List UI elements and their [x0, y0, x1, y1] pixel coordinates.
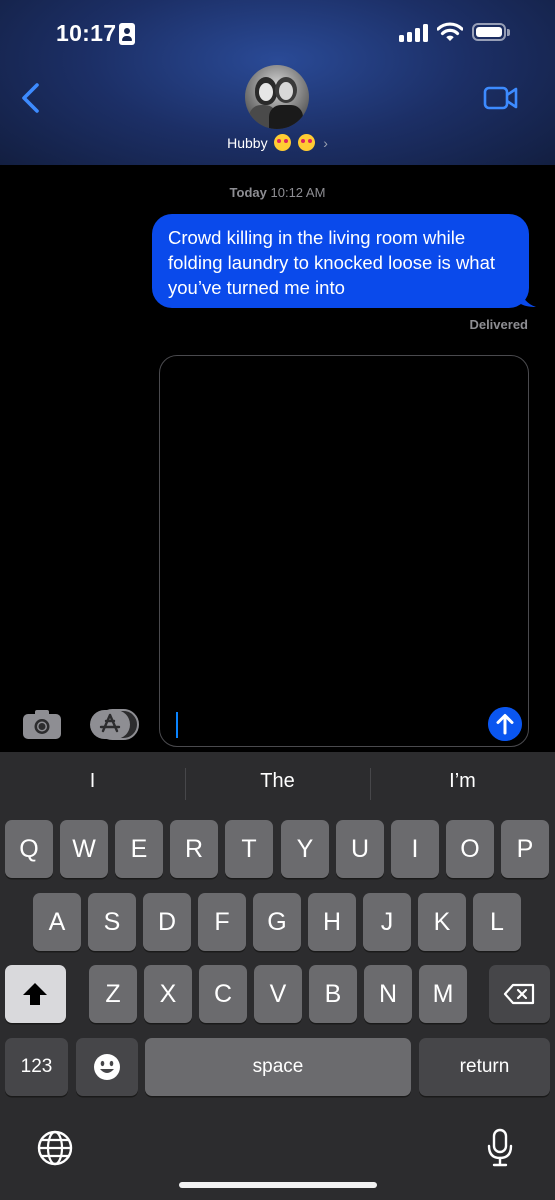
globe-icon[interactable] — [37, 1130, 73, 1166]
key-j[interactable]: J — [363, 893, 411, 951]
shift-arrow-icon — [23, 983, 47, 1005]
facetime-video-icon[interactable] — [483, 85, 519, 111]
key-g[interactable]: G — [253, 893, 301, 951]
emoji-key[interactable] — [76, 1038, 138, 1096]
back-chevron-icon[interactable] — [18, 82, 44, 114]
send-button[interactable] — [488, 707, 522, 741]
suggestion-3[interactable]: I’m — [370, 770, 555, 793]
status-bar: 10:17 — [0, 0, 555, 66]
bubble-tail — [519, 290, 536, 307]
cellular-signal-icon — [399, 24, 429, 42]
key-y[interactable]: Y — [281, 820, 329, 878]
home-indicator[interactable] — [179, 1182, 377, 1188]
key-k[interactable]: K — [418, 893, 466, 951]
delete-key[interactable] — [489, 965, 550, 1023]
key-l[interactable]: L — [473, 893, 521, 951]
key-q[interactable]: Q — [5, 820, 53, 878]
key-r[interactable]: R — [170, 820, 218, 878]
message-timestamp: Today 10:12 AM — [229, 185, 326, 200]
key-n[interactable]: N — [364, 965, 412, 1023]
key-m[interactable]: M — [419, 965, 467, 1023]
wifi-icon — [437, 22, 463, 41]
text-cursor — [176, 712, 178, 738]
contact-name: Hubby — [227, 135, 268, 151]
conversation-header: 10:17 Hubby › — [0, 0, 555, 165]
kiss-emoji-icon — [298, 134, 316, 151]
key-s[interactable]: S — [88, 893, 136, 951]
status-time: 10:17 — [56, 20, 117, 46]
shift-key[interactable] — [5, 965, 66, 1023]
numbers-key[interactable]: 123 — [5, 1038, 68, 1096]
chevron-right-icon: › — [323, 135, 328, 151]
app-store-icon[interactable] — [89, 709, 139, 740]
delivery-status: Delivered — [469, 317, 528, 332]
key-x[interactable]: X — [144, 965, 192, 1023]
key-e[interactable]: E — [115, 820, 163, 878]
key-o[interactable]: O — [446, 820, 494, 878]
key-c[interactable]: C — [199, 965, 247, 1023]
key-w[interactable]: W — [60, 820, 108, 878]
key-f[interactable]: F — [198, 893, 246, 951]
key-t[interactable]: T — [225, 820, 273, 878]
contact-avatar[interactable] — [245, 65, 309, 129]
return-key[interactable]: return — [419, 1038, 550, 1096]
microphone-icon[interactable] — [486, 1128, 514, 1168]
key-b[interactable]: B — [309, 965, 357, 1023]
key-p[interactable]: P — [501, 820, 549, 878]
message-input-field[interactable] — [159, 355, 529, 747]
key-v[interactable]: V — [254, 965, 302, 1023]
battery-icon — [472, 23, 506, 41]
space-bar[interactable]: space — [145, 1038, 411, 1096]
backspace-icon — [503, 983, 535, 1005]
emoji-icon — [94, 1054, 120, 1080]
contact-name-button[interactable]: Hubby › — [0, 134, 555, 151]
outgoing-message-bubble[interactable]: Crowd killing in the living room while f… — [152, 214, 529, 308]
key-h[interactable]: H — [308, 893, 356, 951]
suggestion-1[interactable]: I — [0, 770, 185, 793]
focus-id-icon — [119, 23, 135, 45]
key-u[interactable]: U — [336, 820, 384, 878]
battery-cap — [507, 29, 510, 36]
key-z[interactable]: Z — [89, 965, 137, 1023]
key-d[interactable]: D — [143, 893, 191, 951]
predictive-text-bar: I The I’m — [0, 752, 555, 816]
key-a[interactable]: A — [33, 893, 81, 951]
suggestion-2[interactable]: The — [185, 770, 370, 793]
camera-icon[interactable] — [22, 709, 62, 740]
heart-eyes-emoji-icon — [274, 134, 292, 151]
key-i[interactable]: I — [391, 820, 439, 878]
